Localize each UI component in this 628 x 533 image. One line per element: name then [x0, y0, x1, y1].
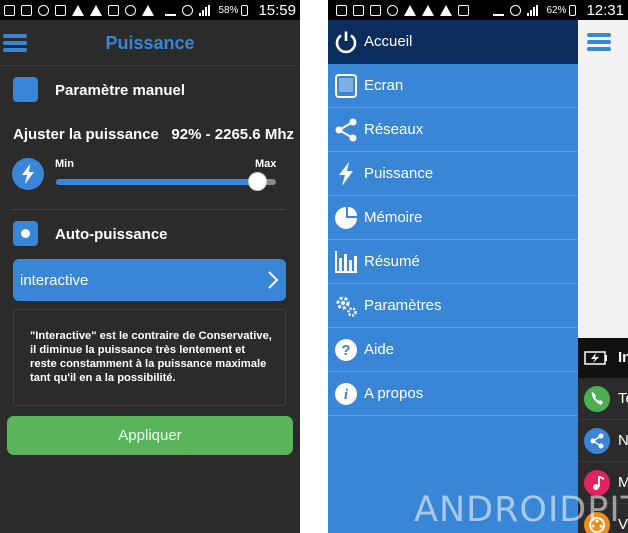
warning-icon	[72, 4, 84, 16]
pie-chart-icon	[334, 206, 358, 230]
warning-icon	[422, 4, 434, 16]
warning-icon	[142, 4, 154, 16]
description-text: "Interactive" est le contraire de Conser…	[30, 330, 272, 384]
image-icon	[21, 4, 32, 16]
drawer-item-label: Mémoire	[364, 209, 423, 226]
background-section-header: In	[578, 338, 628, 378]
power-setting: Ajuster la puissance 92% - 2265.6 Mhz	[13, 126, 294, 143]
battery-icon	[241, 4, 249, 16]
drawer-item-label: Paramètres	[364, 297, 442, 314]
drawer-item-puissance[interactable]: Puissance	[328, 152, 578, 196]
drawer-item-ecran[interactable]: Ecran	[328, 64, 578, 108]
warning-icon	[404, 4, 416, 16]
drawer-item-memoire[interactable]: Mémoire	[328, 196, 578, 240]
chevron-right-icon	[268, 271, 279, 289]
drawer-item-resume[interactable]: Résumé	[328, 240, 578, 284]
browser-icon	[38, 4, 49, 16]
gallery-icon	[55, 4, 66, 16]
governor-value: interactive	[20, 272, 89, 289]
help-icon: ?	[334, 338, 358, 362]
menu-icon[interactable]	[587, 33, 611, 51]
battery-icon	[569, 4, 577, 16]
power-slider[interactable]	[56, 172, 276, 191]
list-item-text: M	[618, 474, 628, 491]
auto-option-label: Auto-puissance	[55, 226, 168, 243]
divider	[12, 209, 286, 210]
governor-select[interactable]: interactive	[13, 259, 286, 301]
drawer-item-accueil[interactable]: Accueil	[328, 20, 578, 64]
drawer-item-label: Accueil	[364, 33, 413, 50]
clock: 15:59	[258, 1, 296, 19]
manual-checkbox[interactable]	[13, 77, 38, 102]
check-icon	[125, 4, 136, 16]
signal-icon	[527, 4, 539, 16]
battery-charging-icon	[584, 351, 607, 365]
share-icon	[334, 118, 358, 142]
drawer-item-label: Aide	[364, 341, 395, 358]
drawer-item-label: Réseaux	[364, 121, 424, 138]
clock: 12:31	[586, 1, 624, 19]
bolt-icon	[12, 158, 44, 190]
status-bar: 62% 12:31	[328, 0, 628, 20]
status-bar: 58% 15:59	[0, 0, 300, 20]
gallery-icon	[370, 4, 381, 16]
info-icon: i	[334, 382, 358, 406]
bolt-icon	[334, 162, 358, 186]
slider-min-label: Min	[55, 158, 74, 170]
drawer-item-aide[interactable]: ? Aide	[328, 328, 578, 372]
drawer-item-label: Résumé	[364, 253, 420, 270]
app-bar: Puissance	[0, 20, 300, 66]
apply-button[interactable]: Appliquer	[7, 416, 293, 455]
slider-fill	[56, 179, 259, 185]
wifi-icon	[510, 4, 522, 16]
power-label: Ajuster la puissance	[13, 126, 159, 143]
background-app-bar	[578, 20, 628, 64]
signal-icon	[199, 4, 211, 16]
left-phone-screen: 58% 15:59 Puissance Paramètre manuel Aju…	[0, 0, 300, 533]
right-phone-screen: 62% 12:31 Accueil Ecran Réseaux Puissanc…	[328, 0, 628, 533]
drawer-item-apropos[interactable]: i A propos	[328, 372, 578, 416]
navigation-drawer: Accueil Ecran Réseaux Puissance Mémoire	[328, 20, 578, 533]
share-icon	[584, 428, 610, 454]
background-screen: In Te N M V	[578, 20, 628, 533]
bar-chart-icon	[334, 250, 358, 274]
image-icon	[353, 4, 364, 16]
battery-percent: 58%	[218, 4, 239, 16]
mail-icon	[458, 4, 469, 16]
phone-icon	[584, 386, 610, 412]
add-icon	[4, 4, 15, 16]
slider-thumb[interactable]	[248, 172, 268, 191]
warning-icon	[440, 4, 452, 16]
watermark: ANDROIDPIT	[414, 490, 628, 530]
warning-icon	[90, 4, 102, 16]
power-value: 92% - 2265.6 Mhz	[171, 126, 294, 143]
add-icon	[336, 4, 347, 16]
drawer-item-parametres[interactable]: Paramètres	[328, 284, 578, 328]
mute-icon	[165, 5, 177, 16]
browser-icon	[387, 4, 398, 16]
list-item-text: Te	[618, 390, 628, 407]
battery-percent: 62%	[546, 4, 567, 16]
drawer-item-label: Puissance	[364, 165, 434, 182]
slider-max-label: Max	[255, 158, 277, 170]
background-list-item[interactable]: Te	[578, 378, 628, 420]
gears-icon	[334, 294, 358, 318]
page-title: Puissance	[105, 33, 195, 53]
governor-description: "Interactive" est le contraire de Conser…	[13, 309, 286, 406]
drawer-item-label: A propos	[364, 385, 424, 402]
drawer-item-label: Ecran	[364, 77, 404, 94]
list-item-text: N	[618, 432, 628, 449]
mail-icon	[108, 4, 119, 16]
drawer-item-reseaux[interactable]: Réseaux	[328, 108, 578, 152]
svg-text:?: ?	[341, 342, 350, 359]
wifi-icon	[182, 4, 194, 16]
auto-power-radio[interactable]	[13, 221, 38, 246]
manual-option-label: Paramètre manuel	[55, 82, 186, 99]
power-icon	[334, 30, 358, 54]
section-header-text: In	[618, 349, 628, 366]
tablet-icon	[334, 74, 358, 98]
background-list-item[interactable]: N	[578, 420, 628, 462]
mute-icon	[493, 5, 505, 16]
